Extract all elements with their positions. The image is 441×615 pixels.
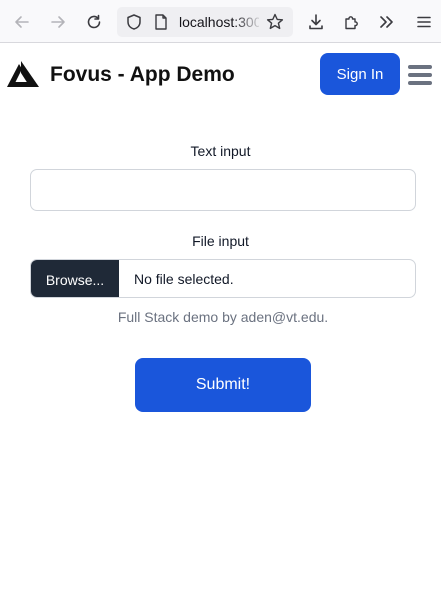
forward-arrow-icon[interactable] xyxy=(45,9,71,35)
file-input-label: File input xyxy=(192,233,249,249)
sign-in-button[interactable]: Sign In xyxy=(320,53,400,95)
bookmark-star-icon[interactable] xyxy=(265,12,285,32)
shield-icon[interactable] xyxy=(125,13,143,31)
menu-icon[interactable] xyxy=(411,9,437,35)
reload-icon[interactable] xyxy=(81,9,107,35)
text-input-field[interactable] xyxy=(30,169,416,211)
hamburger-bar xyxy=(408,65,432,69)
submit-button[interactable]: Submit! xyxy=(135,358,311,412)
text-input-label: Text input xyxy=(190,143,251,159)
file-status-text: No file selected. xyxy=(134,271,234,287)
page-icon xyxy=(155,14,167,30)
fovus-logo-icon[interactable] xyxy=(6,60,40,88)
download-icon[interactable] xyxy=(303,9,329,35)
overflow-chevrons-icon[interactable] xyxy=(374,9,400,35)
url-bar[interactable]: localhost:3000 xyxy=(117,7,293,37)
url-fade xyxy=(233,11,263,33)
app-navbar: Fovus - App Demo Sign In xyxy=(0,43,441,109)
browse-button[interactable]: Browse... xyxy=(31,260,119,297)
hamburger-menu-icon[interactable] xyxy=(408,65,432,85)
hamburger-bar xyxy=(408,73,432,77)
brand-title[interactable]: Fovus - App Demo xyxy=(50,63,235,87)
back-arrow-icon[interactable] xyxy=(9,9,35,35)
helper-text: Full Stack demo by aden@vt.edu. xyxy=(117,309,329,325)
file-input[interactable]: Browse... No file selected. xyxy=(30,259,416,298)
browser-toolbar: localhost:3000 xyxy=(0,0,441,43)
hamburger-bar xyxy=(408,81,432,85)
extensions-icon[interactable] xyxy=(339,9,365,35)
